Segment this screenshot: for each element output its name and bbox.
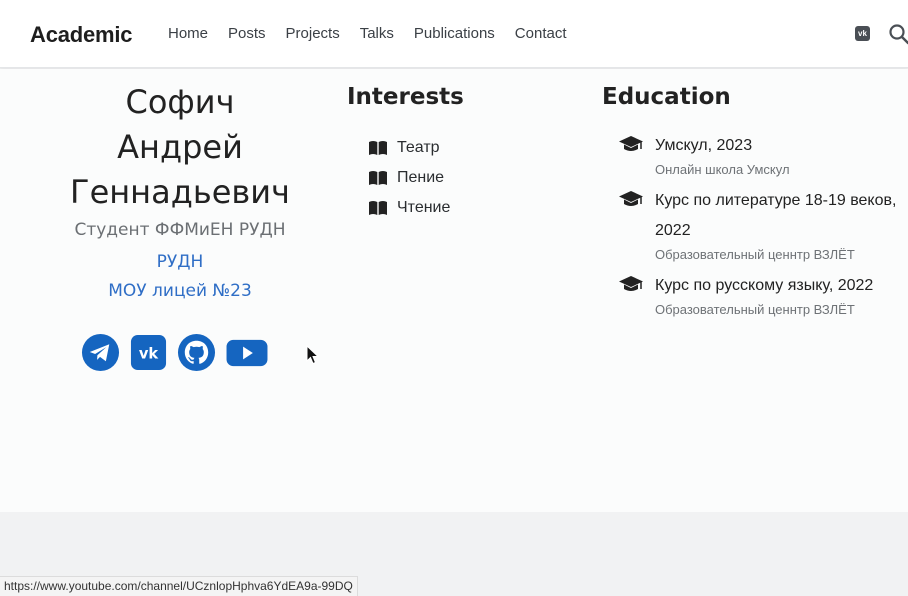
nav-link-projects[interactable]: Projects [286, 25, 340, 42]
nav-links: Home Posts Projects Talks Publications C… [168, 25, 587, 42]
site-brand[interactable]: Academic [30, 22, 133, 48]
education-course: Курс по литературе 18-19 веков, 2022 [655, 192, 897, 239]
interest-label: Пение [397, 169, 445, 186]
github-icon[interactable] [177, 333, 216, 372]
interest-item: Пение [368, 163, 450, 193]
svg-text:vk: vk [139, 345, 159, 362]
education-list: Умскул, 2023 Онлайн школа Умскул Курс по… [618, 131, 908, 326]
org-link-lyceum[interactable]: МОУ лицей №23 [40, 281, 320, 301]
education-item: Курс по русскому языку, 2022 Образовател… [618, 271, 908, 319]
book-icon [369, 201, 387, 215]
interests-heading: Interests [347, 84, 464, 110]
education-heading: Education [602, 84, 731, 110]
interest-item: Чтение [368, 193, 450, 223]
education-course: Курс по русскому языку, 2022 [655, 277, 874, 294]
education-institution: Образовательный ценнтр ВЗЛЁТ [655, 302, 855, 317]
mouse-cursor-icon [306, 345, 320, 365]
profile-card: Софич Андрей Геннадьевич Студент ФФМиЕН … [40, 80, 320, 301]
graduation-cap-icon [619, 276, 643, 291]
nav-link-talks[interactable]: Talks [360, 25, 394, 42]
profile-name-second: Андрей [117, 128, 243, 166]
org-link-rudn[interactable]: РУДН [40, 252, 320, 272]
book-icon [369, 141, 387, 155]
education-item: Курс по литературе 18-19 веков, 2022 Обр… [618, 186, 908, 264]
nav-link-publications[interactable]: Publications [414, 25, 495, 42]
interest-label: Театр [397, 139, 440, 156]
education-institution: Онлайн школа Умскул [655, 162, 790, 177]
profile-role: Студент ФФМиЕН РУДН [74, 220, 286, 240]
interest-item: Театр [368, 133, 450, 163]
telegram-icon[interactable] [81, 333, 120, 372]
graduation-cap-icon [619, 191, 643, 206]
vk-icon[interactable]: vk [855, 26, 870, 41]
interests-list: Театр Пение Чтение [368, 133, 450, 223]
link-status-bar: https://www.youtube.com/channel/UCznlopH… [0, 576, 358, 596]
interest-label: Чтение [397, 199, 451, 216]
graduation-cap-icon [619, 136, 643, 151]
education-item: Умскул, 2023 Онлайн школа Умскул [618, 131, 908, 179]
search-icon[interactable] [888, 23, 908, 45]
education-institution: Образовательный ценнтр ВЗЛЁТ [655, 247, 855, 262]
top-navbar: Academic Home Posts Projects Talks Publi… [0, 0, 908, 68]
youtube-icon[interactable] [225, 333, 269, 372]
nav-link-posts[interactable]: Posts [228, 25, 266, 42]
vk-icon[interactable]: vk [129, 333, 168, 372]
nav-link-contact[interactable]: Contact [515, 25, 567, 42]
profile-name-third: Геннадьевич [70, 173, 290, 211]
nav-link-home[interactable]: Home [168, 25, 208, 42]
social-links: vk [81, 333, 269, 372]
profile-name-first: Софич [125, 83, 235, 121]
book-icon [369, 171, 387, 185]
education-course: Умскул, 2023 [655, 137, 753, 154]
